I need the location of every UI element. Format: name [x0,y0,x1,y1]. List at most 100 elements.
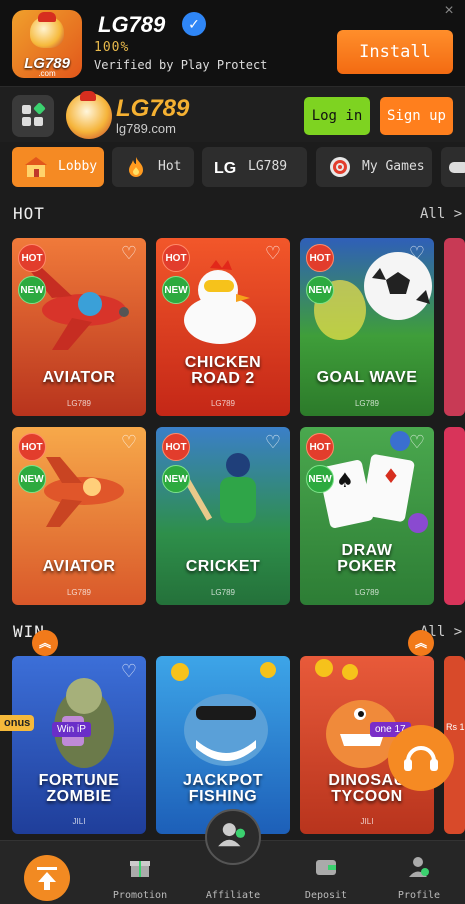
brand-url: lg789.com [116,121,176,136]
headset-icon [404,746,438,771]
category-tabs: Lobby Hot LG LG789 My Games [0,142,465,192]
svg-text:♠: ♠ [336,468,354,492]
hot-badge: HOT [306,433,334,461]
favorite-heart-icon[interactable]: ♡ [262,242,284,264]
gamepad-icon [449,162,465,173]
hot-badge: HOT [162,433,190,461]
new-badge: NEW [162,276,190,304]
game-provider: LG789 [354,399,380,408]
hot-badge: HOT [306,244,334,272]
game-card-partial[interactable] [444,427,465,605]
target-icon [330,157,350,177]
bottom-navigation: Promotion Affiliate Deposit Profile [0,809,465,904]
scroll-up-right-icon[interactable]: ︽ [408,630,434,656]
menu-button[interactable] [12,95,54,137]
game-title-line1: FORTUNE [38,772,120,789]
game-title-line1: DRAW [341,542,393,559]
game-provider: LG789 [66,399,92,408]
lg-logo-icon: LG [214,160,236,177]
game-card-partial[interactable] [444,238,465,416]
favorite-heart-icon[interactable]: ♡ [118,242,140,264]
game-title: CRICKET [185,558,261,575]
arrow-up-icon [37,867,57,890]
gift-icon [130,861,150,877]
install-banner: LG789 .com LG789 ✓ 100% Verified by Play… [0,0,465,86]
scroll-up-left-icon[interactable]: ︽ [32,630,58,656]
hot-badge: HOT [18,433,46,461]
tab-hot[interactable]: Hot [112,147,194,187]
app-rating: 100% [94,40,130,55]
flame-icon [129,157,143,177]
app-icon: LG789 .com [12,10,82,78]
hot-badge: HOT [162,244,190,272]
game-title-line2: TYCOON [331,788,403,805]
favorite-heart-icon[interactable]: ♡ [118,660,140,682]
game-card-chicken-road-2[interactable]: ♡ HOT NEW CHICKEN ROAD 2 LG789 [156,238,290,416]
nav-promotion[interactable]: Promotion [105,841,175,904]
game-title-line2: ZOMBIE [46,788,112,805]
favorite-heart-icon[interactable]: ♡ [406,431,428,453]
game-card-cricket[interactable]: ♡ HOT NEW CRICKET LG789 [156,427,290,605]
home-icon [25,157,47,177]
fortune-zombie-art [12,656,146,834]
game-title: AVIATOR [42,369,116,386]
verified-check-icon: ✓ [182,12,206,36]
brand-logo-icon[interactable] [66,91,112,139]
site-header: LG789 lg789.com Log in Sign up [0,86,465,142]
tab-my-games[interactable]: My Games [316,147,432,187]
nav-profile[interactable]: Profile [384,841,454,904]
game-card-aviator[interactable]: ♡ HOT NEW AVIATOR LG789 [12,238,146,416]
tab-more[interactable] [441,147,465,187]
game-provider: LG789 [66,588,92,597]
new-badge: NEW [18,276,46,304]
game-title-line2: ROAD 2 [191,370,255,387]
jackpot-fishing-art [156,656,290,834]
section-title-hot: HOT [13,204,45,223]
customer-support-button[interactable] [388,725,454,791]
profile-icon [409,857,429,877]
game-card-fortune-zombie[interactable]: ♡ FORTUNE ZOMBIE JILI Win iP [12,656,146,834]
game-provider: JILI [360,817,374,826]
game-title-line2: POKER [337,558,397,575]
new-badge: NEW [306,276,334,304]
game-provider: LG789 [354,588,380,597]
new-badge: NEW [306,465,334,493]
svg-text:LG: LG [214,160,236,177]
favorite-heart-icon[interactable]: ♡ [262,431,284,453]
bonus-tag: onus [0,715,35,731]
hot-badge: HOT [18,244,46,272]
new-badge: NEW [162,465,190,493]
brand-name[interactable]: LG789 [116,95,189,123]
game-title: AVIATOR [42,558,116,575]
game-provider: LG789 [210,588,236,597]
favorite-heart-icon[interactable]: ♡ [406,242,428,264]
app-icon-sub: .com [38,69,56,78]
game-title-line2: FISHING [188,788,258,805]
nav-affiliate[interactable]: Affiliate [198,841,268,904]
close-icon[interactable]: × [440,2,458,20]
game-title: GOAL WAVE [316,369,418,386]
back-to-top-button[interactable] [24,855,70,901]
tab-lg789[interactable]: LG LG789 [202,147,307,187]
tab-lobby[interactable]: Lobby [12,147,104,187]
login-button[interactable]: Log in [304,97,370,135]
app-name: LG789 [98,12,166,37]
game-provider: JILI [72,817,86,826]
game-provider: LG789 [210,399,236,408]
nav-deposit[interactable]: Deposit [291,841,361,904]
new-badge: NEW [18,465,46,493]
menu-grid-icon [33,102,46,115]
signup-button[interactable]: Sign up [380,97,453,135]
game-card-jackpot-fishing[interactable]: JACKPOT FISHING JILI [156,656,290,834]
game-card-goal-wave[interactable]: ♡ HOT NEW GOAL WAVE LG789 [300,238,434,416]
game-card-draw-poker[interactable]: ♠ ♦ ♡ HOT NEW DRAW POKER LG789 [300,427,434,605]
game-title-line1: CHICKEN [184,354,262,371]
game-card-aviator-2[interactable]: ♡ HOT NEW AVIATOR LG789 [12,427,146,605]
svg-text:♦: ♦ [382,464,400,488]
app-subtitle: Verified by Play Protect [94,58,268,72]
favorite-heart-icon[interactable]: ♡ [118,431,140,453]
wallet-icon [316,860,336,875]
game-title-line1: JACKPOT [183,772,263,789]
install-button[interactable]: Install [337,30,453,74]
hot-all-link[interactable]: All > [420,206,462,222]
